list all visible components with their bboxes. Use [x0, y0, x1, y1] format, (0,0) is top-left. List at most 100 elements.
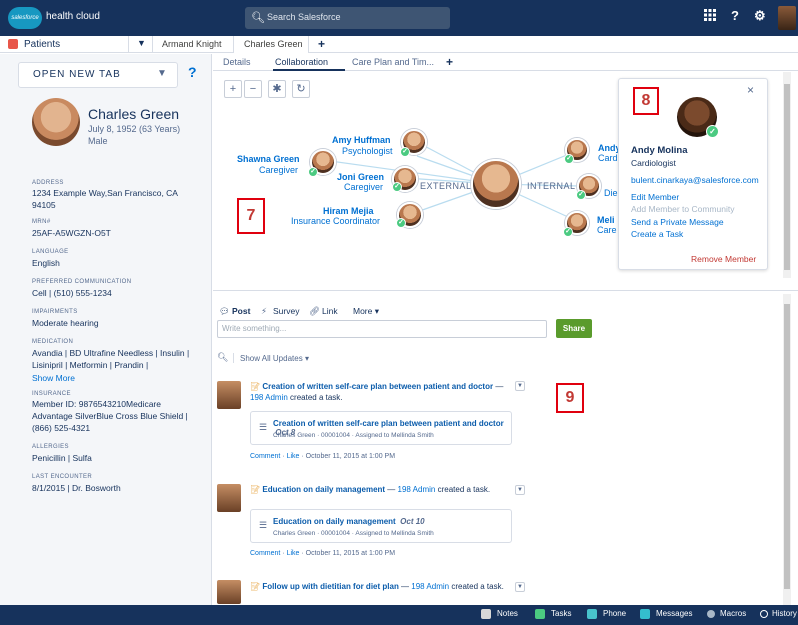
add-subtab-button[interactable]: + — [446, 55, 453, 69]
feed-task-link[interactable]: Education on daily management — [262, 485, 385, 494]
patient-center-node[interactable] — [471, 159, 521, 209]
field-label: ADDRESS — [32, 180, 64, 186]
help-icon[interactable]: ? — [731, 8, 739, 23]
member-email-link[interactable]: bulent.cinarkaya@salesforce.com — [631, 175, 759, 185]
messages-icon — [640, 609, 650, 619]
check-icon: ✓ — [576, 190, 586, 200]
feed-avatar[interactable] — [217, 484, 241, 512]
tab-care-plan[interactable]: Care Plan and Tim... — [352, 57, 434, 67]
open-new-tab-button[interactable]: OPEN NEW TAB ▼ — [18, 62, 178, 88]
add-tab-button[interactable]: + — [318, 37, 325, 51]
show-more-link[interactable]: Show More — [32, 373, 75, 383]
send-private-message-link[interactable]: Send a Private Message — [631, 217, 724, 227]
feed-task-link[interactable]: Creation of written self-care plan betwe… — [262, 382, 493, 391]
feed-actor-link[interactable]: 198 Admin — [411, 582, 449, 591]
divider — [213, 290, 798, 291]
utility-phone[interactable]: Phone — [587, 609, 626, 619]
feed-item-menu[interactable]: ▼ — [515, 485, 525, 495]
create-task-link[interactable]: Create a Task — [631, 229, 683, 239]
feed-verb: created a task. — [437, 485, 491, 494]
chevron-down-icon[interactable]: ▼ — [137, 38, 146, 48]
allergies-value: Penicillin | Sulfa — [32, 453, 92, 463]
tab-collaboration[interactable]: Collaboration — [273, 54, 345, 71]
edit-member-link[interactable]: Edit Member — [631, 192, 679, 202]
member-name[interactable]: Hiram Mejia — [323, 206, 374, 216]
publisher-link-tab[interactable]: Link — [322, 306, 338, 316]
scrollbar-thumb[interactable] — [784, 84, 790, 270]
search-icon: 🔍︎ — [251, 12, 265, 24]
check-icon: ✓ — [400, 147, 410, 157]
tab-charles-green[interactable]: Charles Green — [233, 36, 309, 53]
user-avatar[interactable] — [778, 6, 796, 30]
salesforce-logo[interactable]: salesforce — [8, 7, 42, 29]
impairments-value: Moderate hearing — [32, 318, 99, 328]
setup-gear-icon[interactable]: ⚙ — [754, 8, 766, 24]
apps-grid-icon[interactable] — [704, 9, 716, 24]
feed-filter-dropdown[interactable]: Show All Updates ▾ — [240, 354, 309, 363]
feed-timestamp[interactable]: October 11, 2015 at 1:00 PM — [306, 453, 395, 460]
feed-actor-link[interactable]: 198 Admin — [250, 393, 288, 402]
member-name[interactable]: Amy Huffman — [332, 135, 391, 145]
utility-messages[interactable]: Messages — [640, 609, 692, 619]
record-subtabs: Details Collaboration Care Plan and Tim.… — [213, 54, 798, 71]
post-composer-input[interactable]: Write something... — [217, 320, 547, 338]
feed-avatar[interactable] — [217, 580, 241, 604]
patient-dob: July 8, 1952 (63 Years) — [88, 124, 181, 134]
help-icon[interactable]: ? — [188, 64, 197, 80]
graph-scrollbar[interactable] — [783, 72, 791, 278]
feed-timestamp[interactable]: October 11, 2015 at 1:00 PM — [306, 550, 395, 557]
utility-macros[interactable]: Macros — [707, 609, 746, 618]
list-icon: ☰ — [259, 520, 268, 530]
object-nav-label[interactable]: Patients — [24, 39, 60, 50]
chevron-down-icon: ▾ — [304, 354, 309, 363]
external-group-label: EXTERNAL — [420, 181, 472, 191]
feed-avatar[interactable] — [217, 381, 241, 409]
member-name[interactable]: Meli — [597, 215, 615, 225]
feed-task-link[interactable]: Follow up with dietitian for diet plan — [262, 582, 398, 591]
member-role: Card — [598, 153, 618, 163]
like-link[interactable]: Like — [287, 550, 300, 557]
callout-8: 8 — [633, 87, 659, 115]
scrollbar-thumb[interactable] — [784, 304, 790, 589]
field-label: MRN# — [32, 219, 51, 225]
task-card-meta: Charles Green · 00001004 · Assigned to M… — [273, 530, 434, 537]
task-card-title[interactable]: Education on daily management Oct 10 — [273, 517, 425, 526]
global-search-input[interactable]: 🔍︎ Search Salesforce — [245, 7, 450, 29]
feed-item-menu[interactable]: ▼ — [515, 381, 525, 391]
check-icon: ✓ — [308, 167, 318, 177]
utility-notes[interactable]: Notes — [481, 609, 518, 619]
mrn-value: 25AF-A5WGZN-O5T — [32, 228, 111, 238]
task-card-date: Oct 10 — [400, 517, 425, 526]
close-icon[interactable]: × — [747, 83, 754, 97]
feed-actions: Comment · Like · October 11, 2015 at 1:0… — [250, 550, 396, 557]
remove-member-link[interactable]: Remove Member — [691, 254, 756, 264]
task-card[interactable]: ☰ Education on daily management Oct 10 C… — [250, 509, 512, 543]
feed-scrollbar[interactable] — [783, 294, 791, 605]
search-icon[interactable]: 🔍︎ — [217, 352, 228, 363]
callout-9: 9 — [556, 383, 584, 413]
share-button[interactable]: Share — [556, 319, 592, 338]
feed-actor-link[interactable]: 198 Admin — [398, 485, 436, 494]
utility-tasks[interactable]: Tasks — [535, 609, 571, 619]
medication-value: Avandia | BD Ultrafine Needless | Insuli… — [32, 348, 190, 370]
feed-actions: Comment · Like · October 11, 2015 at 1:0… — [250, 453, 396, 460]
tab-details[interactable]: Details — [223, 57, 251, 67]
workspace-tab-bar: Patients ▼ Armand Knight Charles Green + — [0, 36, 798, 53]
tab-armand-knight[interactable]: Armand Knight — [162, 39, 222, 49]
publisher-more-menu[interactable]: More ▾ — [353, 306, 379, 317]
check-icon: ✓ — [706, 125, 719, 138]
task-card[interactable]: ☰ Creation of written self-care plan bet… — [250, 411, 512, 445]
member-name[interactable]: Shawna Green — [237, 154, 300, 164]
last-encounter-value: 8/1/2015 | Dr. Bosworth — [32, 483, 121, 493]
publisher-post-tab[interactable]: Post — [232, 306, 250, 316]
member-name[interactable]: Joni Green — [337, 172, 384, 182]
address-value: 1234 Example Way,San Francisco, CA 94105 — [32, 188, 178, 210]
publisher-survey-tab[interactable]: Survey — [273, 306, 299, 316]
patients-object-icon — [8, 39, 18, 49]
feed-item-menu[interactable]: ▼ — [515, 582, 525, 592]
like-link[interactable]: Like — [287, 453, 300, 460]
comment-link[interactable]: Comment — [250, 453, 280, 460]
field-label: INSURANCE — [32, 391, 71, 397]
utility-history[interactable]: History — [760, 609, 797, 618]
comment-link[interactable]: Comment — [250, 550, 280, 557]
